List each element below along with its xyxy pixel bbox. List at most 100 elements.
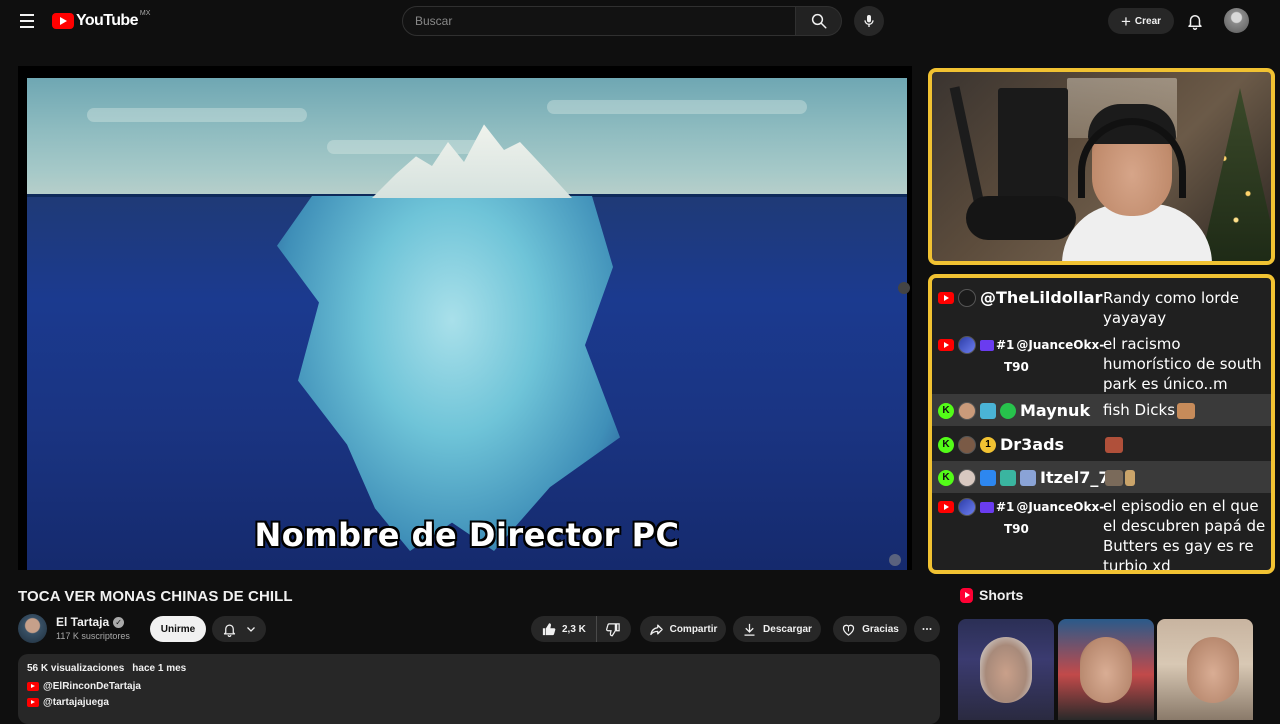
verified-badge-icon xyxy=(1000,402,1016,419)
emote-icon xyxy=(1105,469,1123,486)
chat-text: el episodio en el que el descubren papá … xyxy=(1103,497,1266,574)
share-label: Compartir xyxy=(669,623,718,635)
subscriber-count: 117 K suscriptores xyxy=(56,631,130,641)
channel-link-text: @ElRinconDeTartaja xyxy=(43,681,141,692)
crown-badge-icon xyxy=(980,501,994,513)
webcam-overlay xyxy=(928,68,1275,265)
kick-badge-icon: K xyxy=(938,402,954,419)
user-avatar xyxy=(958,498,976,516)
subscriber-badge: 1 xyxy=(980,436,996,453)
thumbs-up-icon xyxy=(542,622,556,635)
bell-icon xyxy=(1188,15,1202,30)
dislike-button[interactable] xyxy=(597,616,631,642)
video-title: TOCA VER MONAS CHINAS DE CHILL xyxy=(18,588,293,605)
player-side-icon xyxy=(898,282,910,294)
search-input[interactable] xyxy=(402,6,796,36)
thanks-label: Gracias xyxy=(862,623,899,635)
description-box[interactable]: 56 K visualizaciones hace 1 mes @ElRinco… xyxy=(18,654,940,724)
like-count: 2,3 K xyxy=(562,623,586,635)
subscription-bell-button[interactable] xyxy=(212,616,266,642)
chat-message: K 1 Dr3ads xyxy=(932,428,1271,460)
heart-dollar-icon xyxy=(843,624,855,636)
chat-username-continued: T90 xyxy=(1004,522,1029,536)
view-count: 56 K visualizaciones xyxy=(27,663,125,674)
youtube-icon xyxy=(27,698,39,707)
kick-badge-icon: K xyxy=(938,469,954,486)
webcam-microphone xyxy=(942,86,1076,256)
chat-message: @TheLildollar Randy como lorde yayayay xyxy=(932,286,1271,330)
more-icon xyxy=(922,628,932,630)
chat-user-badge: #1 xyxy=(996,338,1015,352)
chat-message: #1 @JuanceOkx- T90 el racismo humorístic… xyxy=(932,332,1271,393)
chat-text: Randy como lorde yayayay xyxy=(1103,289,1239,327)
short-thumbnail[interactable] xyxy=(1058,619,1154,720)
shorts-label: Shorts xyxy=(979,587,1024,603)
join-button[interactable]: Unirme xyxy=(150,616,206,642)
thumbs-down-icon xyxy=(606,622,621,636)
chat-message: K Itzel7_7 xyxy=(932,461,1271,493)
shorts-icon xyxy=(960,587,973,603)
logo-text: YouTube xyxy=(76,12,138,29)
channel-name-link[interactable]: El Tartaja ✓ xyxy=(56,615,125,629)
voice-search-button[interactable] xyxy=(854,6,884,36)
chat-username: Itzel7_7 xyxy=(1040,468,1110,487)
share-button[interactable]: Compartir xyxy=(640,616,726,642)
like-button[interactable]: 2,3 K xyxy=(531,616,597,642)
top-bar: YouTube MX + Crear xyxy=(0,0,1280,42)
iceberg-underwater xyxy=(277,196,620,551)
chat-username: Dr3ads xyxy=(1000,435,1065,454)
search-bar xyxy=(402,6,842,36)
channel-name: El Tartaja xyxy=(56,615,110,629)
channel-link-text: @tartajajuega xyxy=(43,697,109,708)
video-frame: Nombre de Director PC xyxy=(27,78,907,570)
crown-badge-icon xyxy=(980,339,994,351)
search-button[interactable] xyxy=(796,6,842,36)
menu-icon[interactable] xyxy=(14,10,40,32)
chat-username: @TheLildollar xyxy=(980,288,1103,307)
channel-avatar[interactable] xyxy=(18,614,47,643)
download-label: Descargar xyxy=(763,623,812,635)
emote-icon xyxy=(1125,469,1135,486)
create-button[interactable]: + Crear xyxy=(1108,8,1174,34)
download-button[interactable]: Descargar xyxy=(733,616,821,642)
account-avatar[interactable] xyxy=(1224,8,1249,33)
chat-message: K Maynuk fish Dicks xyxy=(932,394,1271,426)
short-thumbnail[interactable] xyxy=(1157,619,1253,720)
chat-username: Maynuk xyxy=(1020,401,1091,420)
pickaxe-badge-icon xyxy=(980,469,996,486)
download-icon xyxy=(744,623,755,636)
watermark-icon xyxy=(889,554,901,566)
channel-link[interactable]: @tartajajuega xyxy=(27,697,931,708)
thanks-button[interactable]: Gracias xyxy=(833,616,907,642)
youtube-icon xyxy=(27,682,39,691)
channel-link[interactable]: @ElRinconDeTartaja xyxy=(27,681,931,692)
chat-username: @JuanceOkx- xyxy=(1016,338,1105,352)
chevron-down-icon xyxy=(246,627,255,632)
more-actions-button[interactable] xyxy=(914,616,940,642)
youtube-play-icon xyxy=(52,13,74,29)
description-meta: 56 K visualizaciones hace 1 mes xyxy=(27,663,931,674)
publish-date: hace 1 mes xyxy=(132,663,187,674)
short-thumbnail[interactable] xyxy=(958,619,1054,720)
verified-icon: ✓ xyxy=(113,616,125,628)
emote-badge-icon xyxy=(1020,469,1036,486)
search-icon xyxy=(811,13,826,29)
emote-icon xyxy=(1105,436,1123,453)
emote-icon xyxy=(1177,402,1196,419)
chat-text: el racismo humorístico de south park es … xyxy=(1103,335,1262,393)
kick-badge-icon: K xyxy=(938,436,954,453)
user-avatar xyxy=(958,401,976,420)
chat-overlay: @TheLildollar Randy como lorde yayayay #… xyxy=(928,274,1275,574)
youtube-badge-icon xyxy=(938,291,954,304)
webcam-streamer xyxy=(1062,104,1212,261)
emote-badge-icon xyxy=(1000,469,1016,486)
create-label: Crear xyxy=(1134,15,1162,27)
youtube-logo[interactable]: YouTube MX xyxy=(52,8,150,34)
plus-icon: + xyxy=(1120,11,1131,31)
user-avatar xyxy=(958,435,976,454)
logo-region: MX xyxy=(139,9,151,17)
video-player[interactable]: Nombre de Director PC xyxy=(18,66,912,570)
user-avatar xyxy=(958,288,976,307)
user-avatar xyxy=(958,468,976,487)
notifications-button[interactable] xyxy=(1182,8,1208,34)
